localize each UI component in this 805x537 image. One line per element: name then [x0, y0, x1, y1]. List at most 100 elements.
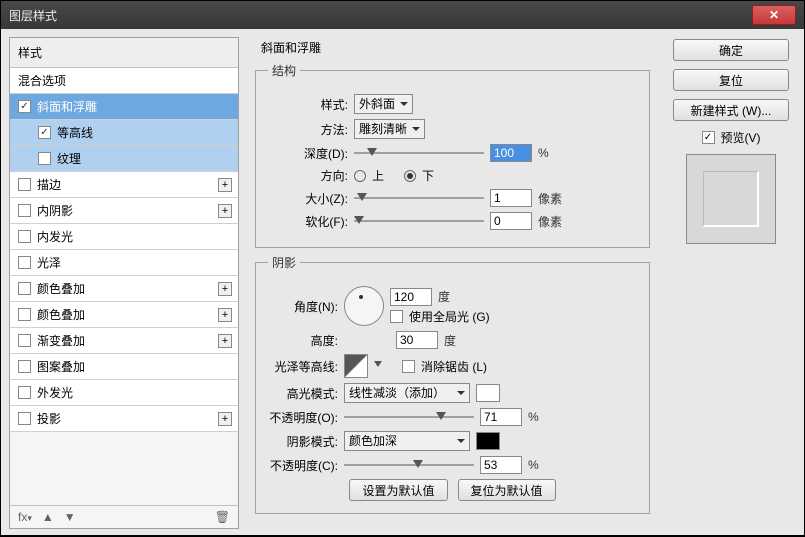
style-item-3[interactable]: 描边 + [10, 172, 238, 198]
shadow-color-swatch[interactable] [476, 432, 500, 450]
soften-label: 软化(F): [268, 213, 348, 230]
structure-group: 结构 样式: 外斜面 方法: 雕刻清晰 深度(D): % 方向: 上 下 大小(… [255, 62, 650, 248]
chevron-down-icon[interactable] [374, 361, 382, 371]
angle-control[interactable] [344, 286, 384, 326]
titlebar[interactable]: 图层样式 ✕ [1, 1, 804, 29]
size-slider[interactable] [354, 191, 484, 205]
shadow-opacity-slider[interactable] [344, 458, 474, 472]
style-checkbox[interactable] [18, 230, 31, 243]
style-item-8[interactable]: 颜色叠加 + [10, 302, 238, 328]
style-item-1[interactable]: 等高线 [10, 120, 238, 146]
style-item-7[interactable]: 颜色叠加 + [10, 276, 238, 302]
deg-unit: 度 [438, 288, 450, 305]
highlight-color-swatch[interactable] [476, 384, 500, 402]
style-label: 颜色叠加 [37, 306, 85, 323]
depth-slider[interactable] [354, 146, 484, 160]
style-checkbox[interactable] [18, 282, 31, 295]
dir-up-radio[interactable] [354, 170, 366, 182]
add-icon[interactable]: + [218, 204, 232, 218]
move-down-icon[interactable]: ▼ [64, 510, 76, 524]
style-checkbox[interactable] [18, 204, 31, 217]
style-checkbox[interactable] [38, 126, 51, 139]
style-checkbox[interactable] [18, 256, 31, 269]
preview-checkbox[interactable] [702, 131, 715, 144]
style-checkbox[interactable] [18, 178, 31, 191]
preview-label: 预览(V) [721, 129, 761, 146]
style-checkbox[interactable] [18, 100, 31, 113]
style-checkbox[interactable] [18, 386, 31, 399]
style-item-10[interactable]: 图案叠加 [10, 354, 238, 380]
highlight-opacity-label: 不透明度(O): [268, 409, 338, 426]
fx-icon[interactable]: fx▾ [18, 510, 32, 524]
settings-panel: 斜面和浮雕 结构 样式: 外斜面 方法: 雕刻清晰 深度(D): % 方向: 上… [245, 37, 660, 529]
close-button[interactable]: ✕ [752, 5, 796, 25]
add-icon[interactable]: + [218, 334, 232, 348]
style-label: 等高线 [57, 124, 93, 141]
style-item-2[interactable]: 纹理 [10, 146, 238, 172]
add-icon[interactable]: + [218, 412, 232, 426]
style-checkbox[interactable] [18, 308, 31, 321]
add-icon[interactable]: + [218, 282, 232, 296]
pct-unit2: % [528, 410, 539, 424]
trash-icon[interactable]: 🗑 [215, 510, 230, 524]
highlight-mode-select[interactable]: 线性减淡（添加） [344, 383, 470, 403]
add-icon[interactable]: + [218, 178, 232, 192]
shading-legend: 阴影 [268, 254, 300, 271]
set-default-button[interactable]: 设置为默认值 [349, 479, 447, 501]
dir-down-radio[interactable] [404, 170, 416, 182]
altitude-input[interactable] [396, 331, 438, 349]
ok-button[interactable]: 确定 [673, 39, 789, 61]
depth-label: 深度(D): [268, 145, 348, 162]
style-label: 颜色叠加 [37, 280, 85, 297]
antialias-label: 消除锯齿 (L) [421, 358, 487, 375]
shadow-opacity-input[interactable] [480, 456, 522, 474]
style-label: 纹理 [57, 150, 81, 167]
soften-slider[interactable] [354, 214, 484, 228]
shadow-mode-label: 阴影模式: [268, 433, 338, 450]
preview-box [686, 154, 776, 244]
style-item-9[interactable]: 渐变叠加+ [10, 328, 238, 354]
reset-default-button[interactable]: 复位为默认值 [458, 479, 556, 501]
style-item-6[interactable]: 光泽 [10, 250, 238, 276]
style-select[interactable]: 外斜面 [354, 94, 413, 114]
style-item-5[interactable]: 内发光 [10, 224, 238, 250]
size-input[interactable] [490, 189, 532, 207]
preview-swatch [703, 171, 759, 227]
style-item-0[interactable]: 斜面和浮雕 [10, 94, 238, 120]
angle-input[interactable] [390, 288, 432, 306]
right-panel: 确定 复位 新建样式 (W)... 预览(V) [666, 37, 796, 529]
pct-unit3: % [528, 458, 539, 472]
style-label: 图案叠加 [37, 358, 85, 375]
style-item-4[interactable]: 内阴影+ [10, 198, 238, 224]
cancel-button[interactable]: 复位 [673, 69, 789, 91]
section-title: 斜面和浮雕 [255, 37, 650, 56]
add-icon[interactable]: + [218, 308, 232, 322]
style-checkbox[interactable] [18, 412, 31, 425]
style-checkbox[interactable] [38, 152, 51, 165]
method-select[interactable]: 雕刻清晰 [354, 119, 425, 139]
move-up-icon[interactable]: ▲ [42, 510, 54, 524]
blend-options-row[interactable]: 混合选项 [10, 68, 238, 94]
antialias-checkbox[interactable] [402, 360, 415, 373]
style-label: 描边 [37, 176, 61, 193]
style-checkbox[interactable] [18, 334, 31, 347]
global-light-checkbox[interactable] [390, 310, 403, 323]
style-label: 投影 [37, 410, 61, 427]
shadow-opacity-label: 不透明度(C): [268, 457, 338, 474]
gloss-contour[interactable] [344, 354, 368, 378]
shading-group: 阴影 角度(N): 度 使用全局光 (G) 高度: 度 光泽等高线: [255, 254, 650, 514]
layer-style-dialog: 图层样式 ✕ 样式 混合选项 斜面和浮雕等高线纹理描边+内阴影+内发光光泽颜色叠… [0, 0, 805, 536]
soften-input[interactable] [490, 212, 532, 230]
highlight-opacity-slider[interactable] [344, 410, 474, 424]
highlight-mode-label: 高光模式: [268, 385, 338, 402]
angle-label: 角度(N): [268, 298, 338, 315]
highlight-opacity-input[interactable] [480, 408, 522, 426]
new-style-button[interactable]: 新建样式 (W)... [673, 99, 789, 121]
style-label: 斜面和浮雕 [37, 98, 97, 115]
style-item-11[interactable]: 外发光 [10, 380, 238, 406]
dir-down-label: 下 [422, 167, 434, 184]
style-item-12[interactable]: 投影 + [10, 406, 238, 432]
style-checkbox[interactable] [18, 360, 31, 373]
shadow-mode-select[interactable]: 颜色加深 [344, 431, 470, 451]
depth-input[interactable] [490, 144, 532, 162]
